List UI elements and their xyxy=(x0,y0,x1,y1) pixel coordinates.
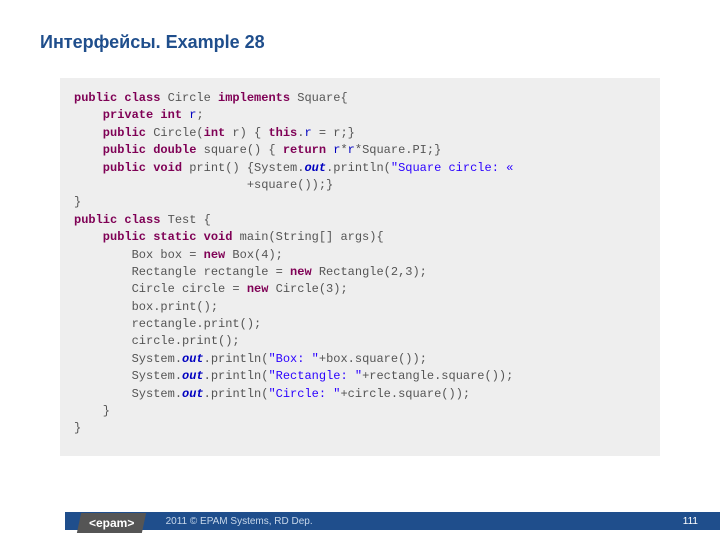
code: +circle.square()); xyxy=(340,387,470,401)
code: Box box = xyxy=(74,248,204,262)
code: this xyxy=(268,126,297,140)
code: public class xyxy=(74,213,160,227)
code: System. xyxy=(74,387,182,401)
code: Rectangle rectangle = xyxy=(74,265,290,279)
code: Circle( xyxy=(146,126,204,140)
code: circle.print(); xyxy=(74,334,240,348)
code: Box(4); xyxy=(225,248,283,262)
code: Test { xyxy=(160,213,210,227)
code: Circle xyxy=(160,91,218,105)
code: public double xyxy=(74,143,196,157)
code: .println( xyxy=(204,387,269,401)
code: "Square circle: « xyxy=(391,161,513,175)
code: } xyxy=(74,421,81,435)
code: * xyxy=(340,143,347,157)
code: public xyxy=(74,126,146,140)
slide: Интерфейсы. Example 28 public class Circ… xyxy=(0,0,720,540)
code-block: public class Circle implements Square{ p… xyxy=(60,78,660,456)
code: .println( xyxy=(204,369,269,383)
code: *Square.PI;} xyxy=(355,143,441,157)
code: public class xyxy=(74,91,160,105)
code: public void xyxy=(74,161,182,175)
code: "Rectangle: " xyxy=(268,369,362,383)
code: r) { xyxy=(225,126,268,140)
code: = r;} xyxy=(312,126,355,140)
code: int xyxy=(204,126,226,140)
code: out xyxy=(182,387,204,401)
code: r xyxy=(304,126,311,140)
code: out xyxy=(182,369,204,383)
code: r xyxy=(348,143,355,157)
code: square() { xyxy=(196,143,282,157)
code: box.print(); xyxy=(74,300,218,314)
code: out xyxy=(182,352,204,366)
code: } xyxy=(74,404,110,418)
page-title: Интерфейсы. Example 28 xyxy=(40,32,265,53)
code: Circle(3); xyxy=(268,282,347,296)
code: +square());} xyxy=(74,178,333,192)
code: Rectangle(2,3); xyxy=(312,265,427,279)
code: .println( xyxy=(204,352,269,366)
code: main(String[] args){ xyxy=(232,230,383,244)
code: out xyxy=(304,161,326,175)
code: +box.square()); xyxy=(319,352,427,366)
code: implements xyxy=(218,91,290,105)
code: return xyxy=(283,143,326,157)
code: Circle circle = xyxy=(74,282,247,296)
code: System. xyxy=(74,352,182,366)
code: public static void xyxy=(74,230,232,244)
code: "Circle: " xyxy=(268,387,340,401)
page-number: 111 xyxy=(683,516,698,527)
code: new xyxy=(290,265,312,279)
code: print() {System. xyxy=(182,161,304,175)
code: .println( xyxy=(326,161,391,175)
code: new xyxy=(204,248,226,262)
code: System. xyxy=(74,369,182,383)
epam-logo: <epam> xyxy=(77,513,147,533)
code: private int xyxy=(74,108,182,122)
footer-bar xyxy=(65,512,720,530)
footer: <epam> 2011 © EPAM Systems, RD Dep. 111 xyxy=(0,504,720,540)
code: "Box: " xyxy=(268,352,318,366)
code: rectangle.print(); xyxy=(74,317,261,331)
code: } xyxy=(74,195,81,209)
code: ; xyxy=(196,108,203,122)
code: +rectangle.square()); xyxy=(362,369,513,383)
code: new xyxy=(247,282,269,296)
code: Square{ xyxy=(290,91,348,105)
footer-copyright: 2011 © EPAM Systems, RD Dep. xyxy=(166,516,313,527)
